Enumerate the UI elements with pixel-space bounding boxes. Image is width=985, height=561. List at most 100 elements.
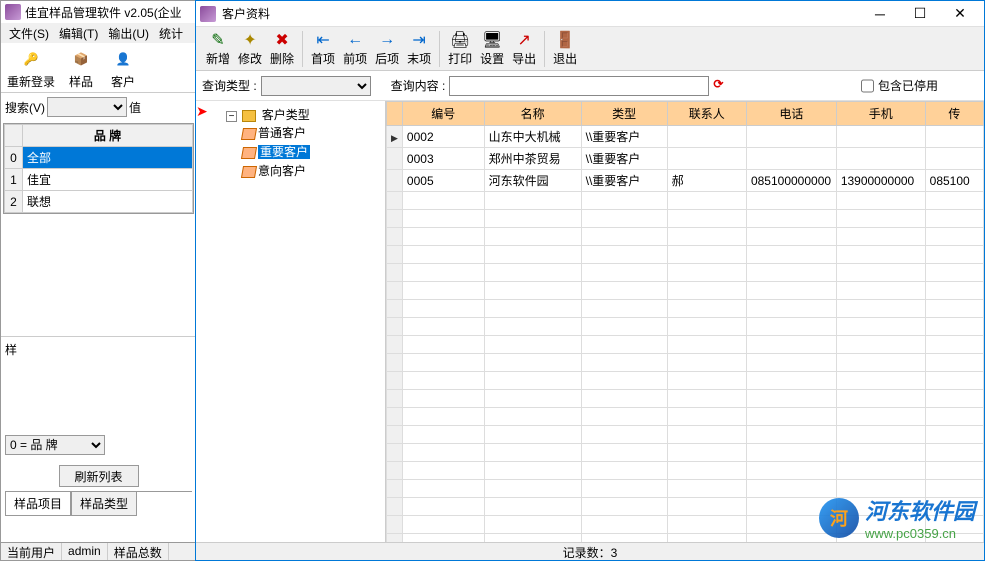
minimize-button[interactable]: ─ (860, 2, 900, 26)
query-type-select[interactable] (261, 76, 371, 96)
dialog-search-bar: 查询类型 : 查询内容 : ⟳ 包含已停用 (196, 71, 984, 101)
print-button[interactable]: 🖨打印 (444, 28, 476, 69)
empty-row (387, 318, 984, 336)
main-tabs: 样品项目 样品类型 (5, 491, 192, 516)
prev-button[interactable]: ←前项 (339, 28, 371, 69)
first-button[interactable]: ⇤首项 (307, 28, 339, 69)
dialog-titlebar[interactable]: 客户资料 ─ ☐ ✕ (196, 1, 984, 27)
tree-leaf[interactable]: 普通客户 (242, 123, 381, 142)
brand-header[interactable]: 品 牌 (23, 125, 193, 147)
include-stopped-row[interactable]: 包含已停用 (861, 76, 938, 96)
exit-button[interactable]: 🚪退出 (549, 28, 581, 69)
print-icon: 🖨 (450, 30, 470, 50)
customer-button[interactable]: 👤 客户 (105, 43, 141, 92)
table-row[interactable]: 0002山东中大机械\\重要客户 (387, 126, 984, 148)
delete-button[interactable]: ✖删除 (266, 28, 298, 69)
main-title-text: 佳宜样品管理软件 v2.05(企业 (25, 4, 182, 21)
tree-leaf[interactable]: 重要客户 (242, 142, 381, 161)
status-total-label: 样品总数 (108, 543, 169, 560)
maximize-button[interactable]: ☐ (900, 2, 940, 26)
empty-row (387, 444, 984, 462)
collapse-icon[interactable]: − (226, 111, 237, 122)
grid-column-header[interactable]: 手机 (836, 102, 925, 126)
delete-icon: ✖ (272, 30, 292, 50)
sample-button[interactable]: 📦 样品 (63, 43, 99, 92)
add-button[interactable]: ✎新增 (202, 28, 234, 69)
main-search-row: 搜索(V) 值 (1, 93, 196, 121)
grid-column-header[interactable]: 类型 (581, 102, 667, 126)
sort-select[interactable]: 0 = 品 牌 (5, 435, 105, 455)
cube-icon: 📦 (65, 45, 97, 73)
tree-leaf[interactable]: 意向客户 (242, 161, 381, 180)
tree-root[interactable]: − 客户类型 普通客户重要客户意向客户 (226, 105, 381, 181)
menu-output[interactable]: 输出(U) (104, 23, 153, 44)
brand-row[interactable]: 1佳宜 (5, 169, 193, 191)
grid-column-header[interactable]: 编号 (402, 102, 484, 126)
main-menubar: 文件(S) 编辑(T) 输出(U) 统计 (1, 23, 196, 43)
grid-column-header[interactable]: 名称 (484, 102, 581, 126)
main-mid-row: 样 (1, 336, 196, 362)
tree-pane: ➤ − 客户类型 普通客户重要客户意向客户 (196, 101, 386, 542)
empty-row (387, 354, 984, 372)
search-label: 搜索(V) (5, 99, 45, 116)
last-button[interactable]: ⇥末项 (403, 28, 435, 69)
edit-icon: ✦ (240, 30, 260, 50)
refresh-button[interactable]: 刷新列表 (59, 465, 139, 487)
customer-grid: 编号名称类型联系人电话手机传 0002山东中大机械\\重要客户 0003郑州中茶… (386, 101, 984, 542)
menu-file[interactable]: 文件(S) (5, 23, 53, 44)
brand-idx-header (5, 125, 23, 147)
next-icon: → (377, 30, 397, 50)
leaf-icon (241, 147, 257, 159)
leaf-icon (241, 166, 257, 178)
settings-button[interactable]: 🖥设置 (476, 28, 508, 69)
row-indicator (387, 148, 403, 170)
empty-row (387, 246, 984, 264)
main-toolbar: 🔑 重新登录 📦 样品 👤 客户 (1, 43, 196, 93)
relogin-button[interactable]: 🔑 重新登录 (5, 43, 57, 92)
menu-stat[interactable]: 统计 (155, 23, 187, 44)
export-button[interactable]: ↗导出 (508, 28, 540, 69)
edit-button[interactable]: ✦修改 (234, 28, 266, 69)
dialog-statusbar: 记录数：3 (196, 542, 984, 560)
brand-row[interactable]: 2联想 (5, 191, 193, 213)
search-select[interactable] (47, 97, 127, 117)
empty-row (387, 264, 984, 282)
next-button[interactable]: →后项 (371, 28, 403, 69)
brand-row[interactable]: 0全部 (5, 147, 193, 169)
close-button[interactable]: ✕ (940, 2, 980, 26)
dialog-icon (200, 6, 216, 22)
empty-row (387, 516, 984, 534)
empty-row (387, 192, 984, 210)
tab-sample-types[interactable]: 样品类型 (71, 492, 137, 516)
tab-sample-items[interactable]: 样品项目 (5, 492, 71, 516)
empty-row (387, 426, 984, 444)
toolbar-separator (544, 31, 545, 67)
red-arrow-icon: ➤ (196, 103, 208, 120)
person-icon: 👤 (107, 45, 139, 73)
toolbar-separator (302, 31, 303, 67)
lookup-icon[interactable]: ⟳ (713, 77, 731, 95)
row-indicator (387, 126, 403, 148)
include-stopped-checkbox[interactable] (861, 76, 874, 96)
dialog-toolbar: ✎新增 ✦修改 ✖删除 ⇤首项 ←前项 →后项 ⇥末项 🖨打印 🖥设置 ↗导出 … (196, 27, 984, 71)
key-icon: 🔑 (15, 45, 47, 73)
row-indicator (387, 170, 403, 192)
status-user: admin (62, 543, 108, 560)
grid-column-header[interactable]: 电话 (746, 102, 836, 126)
brand-grid: 品 牌 0全部1佳宜2联想 (3, 123, 194, 214)
grid-pane[interactable]: 编号名称类型联系人电话手机传 0002山东中大机械\\重要客户 0003郑州中茶… (386, 101, 984, 542)
query-content-input[interactable] (449, 76, 709, 96)
table-row[interactable]: 0005河东软件园\\重要客户郝085100000000139000000000… (387, 170, 984, 192)
menu-edit[interactable]: 编辑(T) (55, 23, 102, 44)
empty-row (387, 336, 984, 354)
status-user-label: 当前用户 (1, 543, 62, 560)
empty-row (387, 300, 984, 318)
folder-icon (242, 110, 256, 122)
grid-column-header[interactable]: 传 (925, 102, 983, 126)
export-icon: ↗ (514, 30, 534, 50)
prev-icon: ← (345, 30, 365, 50)
table-row[interactable]: 0003郑州中茶贸易\\重要客户 (387, 148, 984, 170)
empty-row (387, 408, 984, 426)
empty-row (387, 462, 984, 480)
grid-column-header[interactable]: 联系人 (667, 102, 746, 126)
